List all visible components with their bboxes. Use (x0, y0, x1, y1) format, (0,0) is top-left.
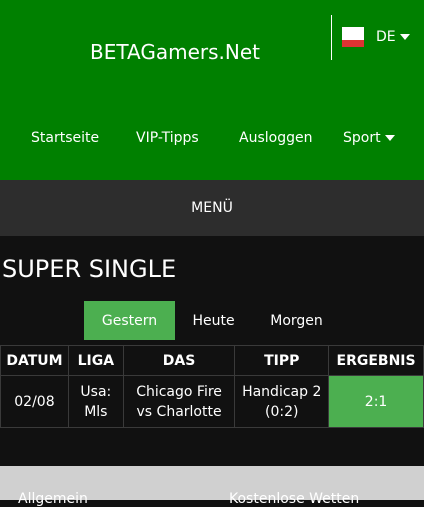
nav-item-sport[interactable]: Sport (343, 130, 395, 146)
language-selector[interactable]: DE (342, 27, 410, 48)
footer-link-allgemein[interactable]: Allgemein (18, 491, 88, 507)
tab-gestern[interactable]: Gestern (84, 301, 175, 340)
main-nav: Startseite VIP-Tipps Ausloggen Sport (0, 130, 424, 150)
table-header-row: DATUM LIGA DAS TIPP ERGEBNIS (0, 345, 424, 376)
nav-item-vip-tipps[interactable]: VIP-Tipps (136, 130, 199, 146)
match-line-1: Chicago Fire (136, 383, 222, 400)
site-header: BETAGamers.Net DE Startseite VIP-Tipps A… (0, 0, 424, 180)
tab-morgen[interactable]: Morgen (252, 301, 341, 340)
menu-label: MENÜ (191, 200, 233, 216)
column-header-liga: LIGA (67, 345, 124, 376)
header-divider (331, 15, 332, 60)
section-title: SUPER SINGLE (2, 255, 177, 283)
column-header-ergebnis: ERGEBNIS (328, 345, 424, 376)
language-label: DE (376, 29, 396, 45)
tab-heute[interactable]: Heute (175, 301, 252, 340)
column-header-datum: DATUM (0, 345, 69, 376)
site-footer: Allgemein Kostenlose Wetten (0, 466, 424, 507)
cell-date: 02/08 (0, 375, 69, 428)
match-line-2: vs Charlotte (136, 403, 222, 420)
column-header-tipp: TIPP (234, 345, 330, 376)
tips-table: DATUM LIGA DAS TIPP ERGEBNIS 02/08 Usa: … (0, 345, 424, 428)
chevron-down-icon (399, 34, 410, 40)
cell-result: 2:1 (328, 375, 424, 428)
main-content: SUPER SINGLE Gestern Heute Morgen DATUM … (0, 236, 424, 466)
league-line-1: Usa: (80, 383, 112, 400)
nav-item-startseite[interactable]: Startseite (31, 130, 99, 146)
league-line-2: Mls (84, 403, 108, 420)
column-header-das: DAS (122, 345, 236, 376)
table-row: 02/08 Usa: Mls Chicago Fire vs Charlotte… (0, 375, 424, 428)
site-title[interactable]: BETAGamers.Net (90, 40, 260, 64)
menu-toggle[interactable]: MENÜ (0, 180, 424, 236)
footer-link-kostenlose-wetten[interactable]: Kostenlose Wetten (229, 491, 359, 507)
cell-match: Chicago Fire vs Charlotte (122, 375, 236, 428)
tip-line-1: Handicap 2 (242, 383, 322, 400)
tip-line-2: (0:2) (264, 403, 299, 420)
nav-item-ausloggen[interactable]: Ausloggen (239, 130, 312, 146)
cell-league: Usa: Mls (67, 375, 124, 428)
cell-tip: Handicap 2 (0:2) (234, 375, 330, 428)
flag-icon (342, 27, 364, 48)
nav-item-sport-label: Sport (343, 130, 381, 146)
day-tabs: Gestern Heute Morgen (0, 301, 424, 340)
chevron-down-icon (384, 135, 395, 141)
